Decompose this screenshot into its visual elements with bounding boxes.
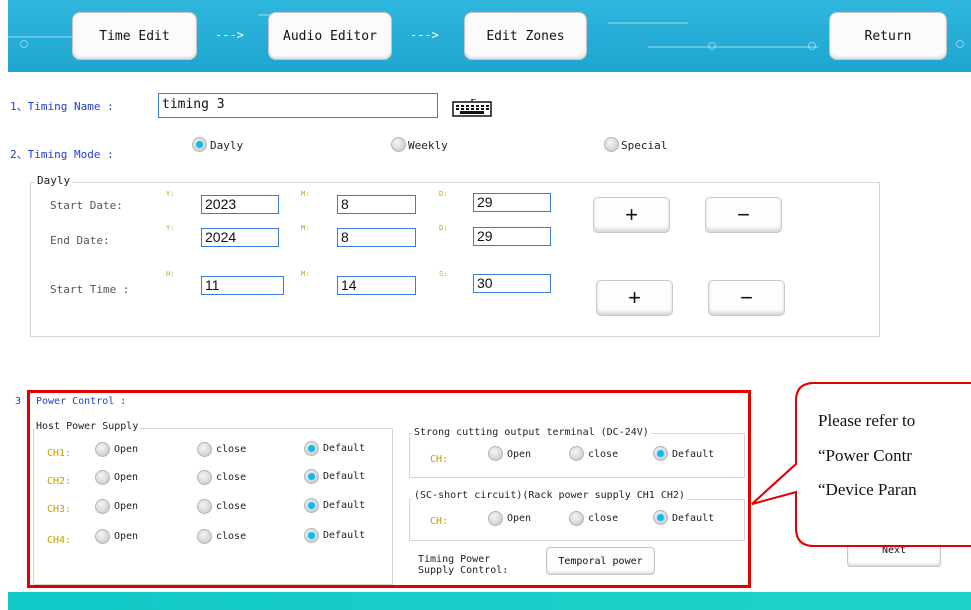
- start-time-hour-input[interactable]: 11: [201, 276, 284, 295]
- weekly-radio[interactable]: [391, 137, 406, 152]
- weekly-radio-label: Weekly: [408, 139, 448, 152]
- day-tag: D:: [439, 190, 448, 198]
- date-plus-button[interactable]: +: [593, 197, 670, 233]
- end-date-day-input[interactable]: 29: [473, 227, 551, 246]
- timing-name-label: 1、Timing Name :: [10, 100, 114, 113]
- year-tag: Y:: [166, 224, 175, 232]
- arrow-right-icon: --->: [410, 28, 439, 42]
- start-date-day-input[interactable]: 29: [473, 193, 551, 212]
- end-date-label: End Date:: [50, 234, 110, 247]
- circuit-decoration: [648, 46, 818, 48]
- circuit-dot: [20, 40, 28, 48]
- callout-line-1: Please refer to: [818, 411, 916, 430]
- start-time-minute-input[interactable]: 14: [337, 276, 416, 295]
- circuit-dot: [708, 42, 716, 50]
- time-plus-button[interactable]: +: [596, 280, 673, 316]
- end-date-month-input[interactable]: 8: [337, 228, 416, 247]
- day-tag: D:: [439, 224, 448, 232]
- circuit-dot: [808, 42, 816, 50]
- circuit-decoration: [608, 22, 688, 24]
- time-minus-button[interactable]: −: [708, 280, 785, 316]
- start-time-second-input[interactable]: 30: [473, 274, 551, 293]
- special-radio[interactable]: [604, 137, 619, 152]
- dayly-group-legend: Dayly: [35, 174, 73, 187]
- start-date-month-input[interactable]: 8: [337, 195, 416, 214]
- end-date-year-input[interactable]: 2024: [201, 228, 279, 247]
- year-tag: Y:: [166, 190, 175, 198]
- dayly-radio-label: Dayly: [210, 139, 244, 152]
- callout-line-2: “Power Contr: [818, 446, 912, 465]
- audio-editor-button[interactable]: Audio Editor: [268, 12, 392, 60]
- date-minus-button[interactable]: −: [705, 197, 782, 233]
- footer-bar: [8, 592, 971, 610]
- start-time-label: Start Time :: [50, 283, 130, 296]
- month-tag: M:: [301, 224, 310, 232]
- timing-mode-label: 2、Timing Mode :: [10, 148, 114, 161]
- keyboard-icon[interactable]: [452, 98, 492, 117]
- return-button[interactable]: Return: [829, 12, 947, 60]
- special-radio-label: Special: [621, 139, 668, 152]
- hour-tag: H:: [166, 270, 175, 278]
- circuit-decoration: [8, 36, 78, 38]
- dayly-radio[interactable]: [192, 137, 207, 152]
- minute-tag: M:: [301, 270, 310, 278]
- arrow-right-icon: --->: [215, 28, 244, 42]
- power-control-number: 3: [15, 396, 22, 407]
- second-tag: S:: [439, 270, 448, 278]
- time-edit-button[interactable]: Time Edit: [72, 12, 197, 60]
- callout-line-3: “Device Paran: [818, 480, 917, 499]
- start-date-year-input[interactable]: 2023: [201, 195, 279, 214]
- timing-name-input[interactable]: timing 3: [158, 93, 438, 118]
- month-tag: M:: [301, 190, 310, 198]
- edit-zones-button[interactable]: Edit Zones: [464, 12, 587, 60]
- circuit-dot: [956, 40, 964, 48]
- start-date-label: Start Date:: [50, 199, 123, 212]
- power-control-highlight: [27, 390, 751, 588]
